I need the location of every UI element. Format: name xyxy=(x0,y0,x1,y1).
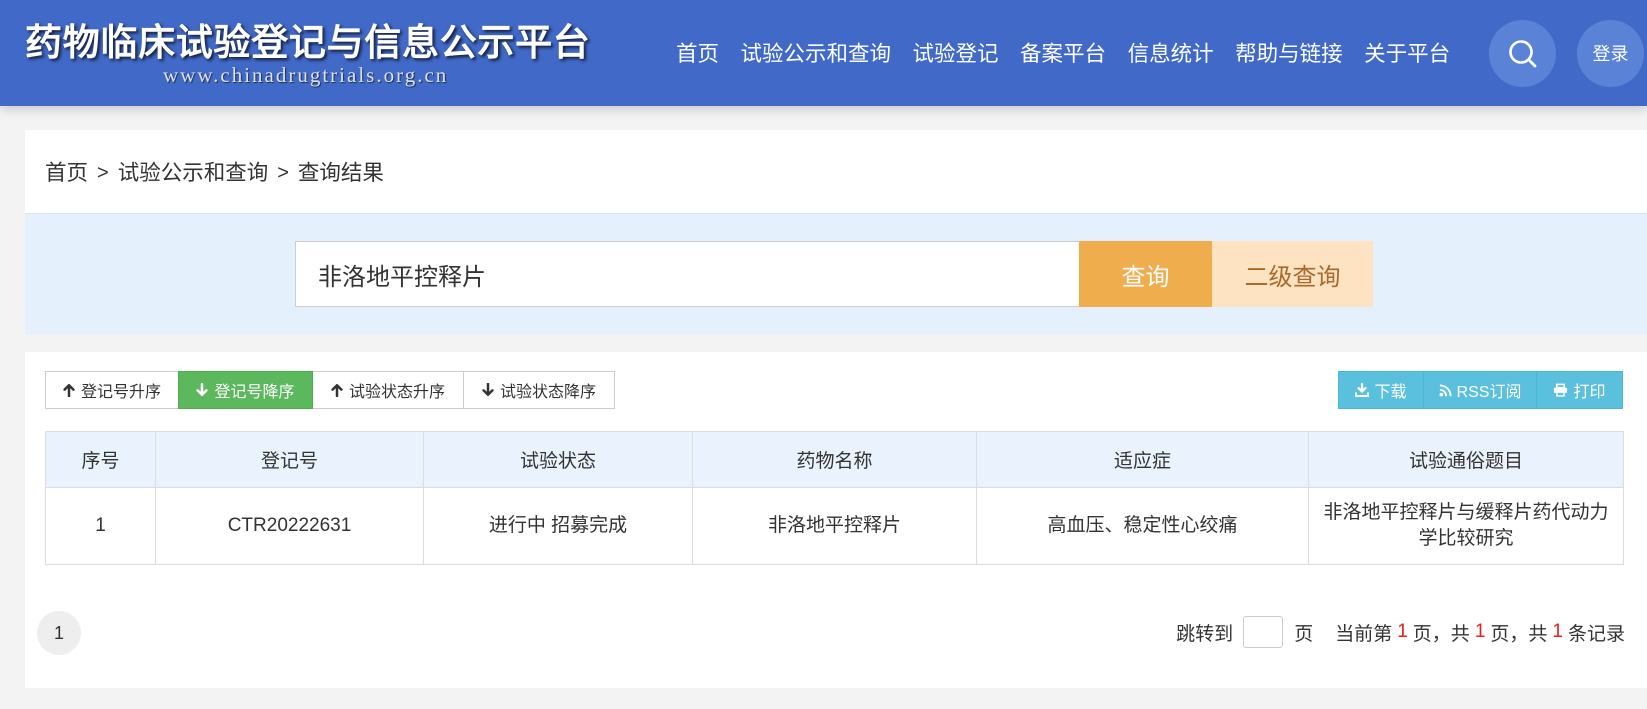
nav-item-help-links[interactable]: 帮助与链接 xyxy=(1235,39,1343,69)
current-page-number: 1 xyxy=(1397,621,1408,642)
sort-reg-asc-button[interactable]: 登记号升序 xyxy=(45,371,179,409)
nav-item-statistics[interactable]: 信息统计 xyxy=(1128,39,1214,69)
breadcrumb-home[interactable]: 首页 xyxy=(45,158,88,188)
table-row[interactable]: 1 CTR20222631 进行中 招募完成 非洛地平控释片 高血压、稳定性心绞… xyxy=(45,487,1624,565)
search-icon xyxy=(1507,38,1539,70)
sort-button-label: 试验状态升序 xyxy=(348,384,445,401)
breadcrumb-separator: > xyxy=(277,162,289,184)
column-header-drug-name: 药物名称 xyxy=(692,431,977,488)
nav-item-filing-platform[interactable]: 备案平台 xyxy=(1020,39,1106,69)
cell-indication: 高血压、稳定性心绞痛 xyxy=(976,487,1309,565)
summary-suffix: 条记录 xyxy=(1567,623,1625,645)
site-header: 药物临床试验登记与信息公示平台 www.chinadrugtrials.org.… xyxy=(0,0,1647,106)
sort-button-label: 登记号升序 xyxy=(80,384,161,401)
arrow-up-icon xyxy=(63,383,75,397)
sort-button-label: 试验状态降序 xyxy=(499,384,596,401)
table-header: 序号 登记号 试验状态 药物名称 适应症 试验通俗题目 xyxy=(45,431,1624,488)
summary-prefix: 当前第 xyxy=(1335,623,1393,645)
site-title[interactable]: 药物临床试验登记与信息公示平台 xyxy=(25,21,591,65)
results-table: 序号 登记号 试验状态 药物名称 适应症 试验通俗题目 1 CTR2022263… xyxy=(45,431,1624,565)
column-header-indication: 适应症 xyxy=(976,431,1309,488)
arrow-down-icon xyxy=(482,383,494,397)
query-button[interactable]: 查询 xyxy=(1079,241,1212,307)
pagination-info: 跳转到 页 当前第 1 页，共 1 页，共 1 条记录 xyxy=(1176,616,1625,648)
jump-label: 跳转到 xyxy=(1176,623,1234,645)
page-number-button[interactable]: 1 xyxy=(37,611,81,655)
sort-status-asc-button[interactable]: 试验状态升序 xyxy=(312,371,464,409)
sort-button-group: 登记号升序 登记号降序 试验状态升序 试验状态降序 xyxy=(45,371,615,409)
search-area: 查询 二级查询 xyxy=(25,213,1647,334)
summary-unit: 页，共 xyxy=(1412,623,1470,645)
nav-item-trial-registration[interactable]: 试验登记 xyxy=(913,39,999,69)
column-header-index: 序号 xyxy=(45,431,156,488)
action-button-group: 下载 RSS订阅 打印 xyxy=(1338,371,1623,409)
breadcrumb-trial-search[interactable]: 试验公示和查询 xyxy=(118,158,269,188)
breadcrumb: 首页 > 试验公示和查询 > 查询结果 xyxy=(45,158,384,188)
total-pages-number: 1 xyxy=(1474,621,1486,642)
sort-status-desc-button[interactable]: 试验状态降序 xyxy=(463,371,615,409)
site-url: www.chinadrugtrials.org.cn xyxy=(163,63,449,87)
column-header-registration-no: 登记号 xyxy=(155,431,424,488)
print-icon xyxy=(1553,383,1568,397)
action-button-label: RSS订阅 xyxy=(1456,384,1522,401)
cell-status: 进行中 招募完成 xyxy=(423,487,693,565)
page-jump-input[interactable] xyxy=(1243,616,1284,648)
cell-popular-title[interactable]: 非洛地平控释片与缓释片药代动力学比较研究 xyxy=(1308,487,1624,565)
total-records-number: 1 xyxy=(1552,621,1563,642)
nav-item-about[interactable]: 关于平台 xyxy=(1364,39,1450,69)
table-header-row: 序号 登记号 试验状态 药物名称 适应症 试验通俗题目 xyxy=(45,431,1624,488)
breadcrumb-current: 查询结果 xyxy=(297,161,384,185)
sort-button-label: 登记号降序 xyxy=(214,384,295,401)
arrow-down-icon xyxy=(196,383,209,397)
results-panel: 登记号升序 登记号降序 试验状态升序 试验状态降序 下载 RSS订阅 打印 序号… xyxy=(25,352,1647,688)
login-button[interactable]: 登录 xyxy=(1577,20,1644,87)
advanced-query-button[interactable]: 二级查询 xyxy=(1212,241,1373,307)
page-unit-label: 页 xyxy=(1294,623,1314,645)
nav-item-trial-search[interactable]: 试验公示和查询 xyxy=(741,39,892,69)
cell-registration-no[interactable]: CTR20222631 xyxy=(155,487,424,565)
column-header-status: 试验状态 xyxy=(423,431,693,488)
header-search-button[interactable] xyxy=(1489,20,1556,87)
rss-subscribe-button[interactable]: RSS订阅 xyxy=(1423,371,1537,409)
column-header-popular-title: 试验通俗题目 xyxy=(1308,431,1624,488)
summary-unit: 页，共 xyxy=(1490,623,1548,645)
action-button-label: 打印 xyxy=(1573,384,1606,401)
action-button-label: 下载 xyxy=(1374,384,1407,401)
arrow-up-icon xyxy=(331,383,343,397)
cell-index: 1 xyxy=(45,487,156,565)
sort-reg-desc-button[interactable]: 登记号降序 xyxy=(178,371,313,409)
nav-item-home[interactable]: 首页 xyxy=(676,39,719,69)
rss-icon xyxy=(1439,383,1452,397)
search-panel: 首页 > 试验公示和查询 > 查询结果 查询 二级查询 xyxy=(25,130,1647,334)
cell-drug-name: 非洛地平控释片 xyxy=(692,487,977,565)
download-icon xyxy=(1355,383,1370,397)
search-input[interactable] xyxy=(295,241,1079,307)
breadcrumb-separator: > xyxy=(97,162,109,184)
download-button[interactable]: 下载 xyxy=(1338,371,1424,409)
print-button[interactable]: 打印 xyxy=(1536,371,1623,409)
main-nav: 首页 试验公示和查询 试验登记 备案平台 信息统计 帮助与链接 关于平台 xyxy=(676,39,1450,69)
